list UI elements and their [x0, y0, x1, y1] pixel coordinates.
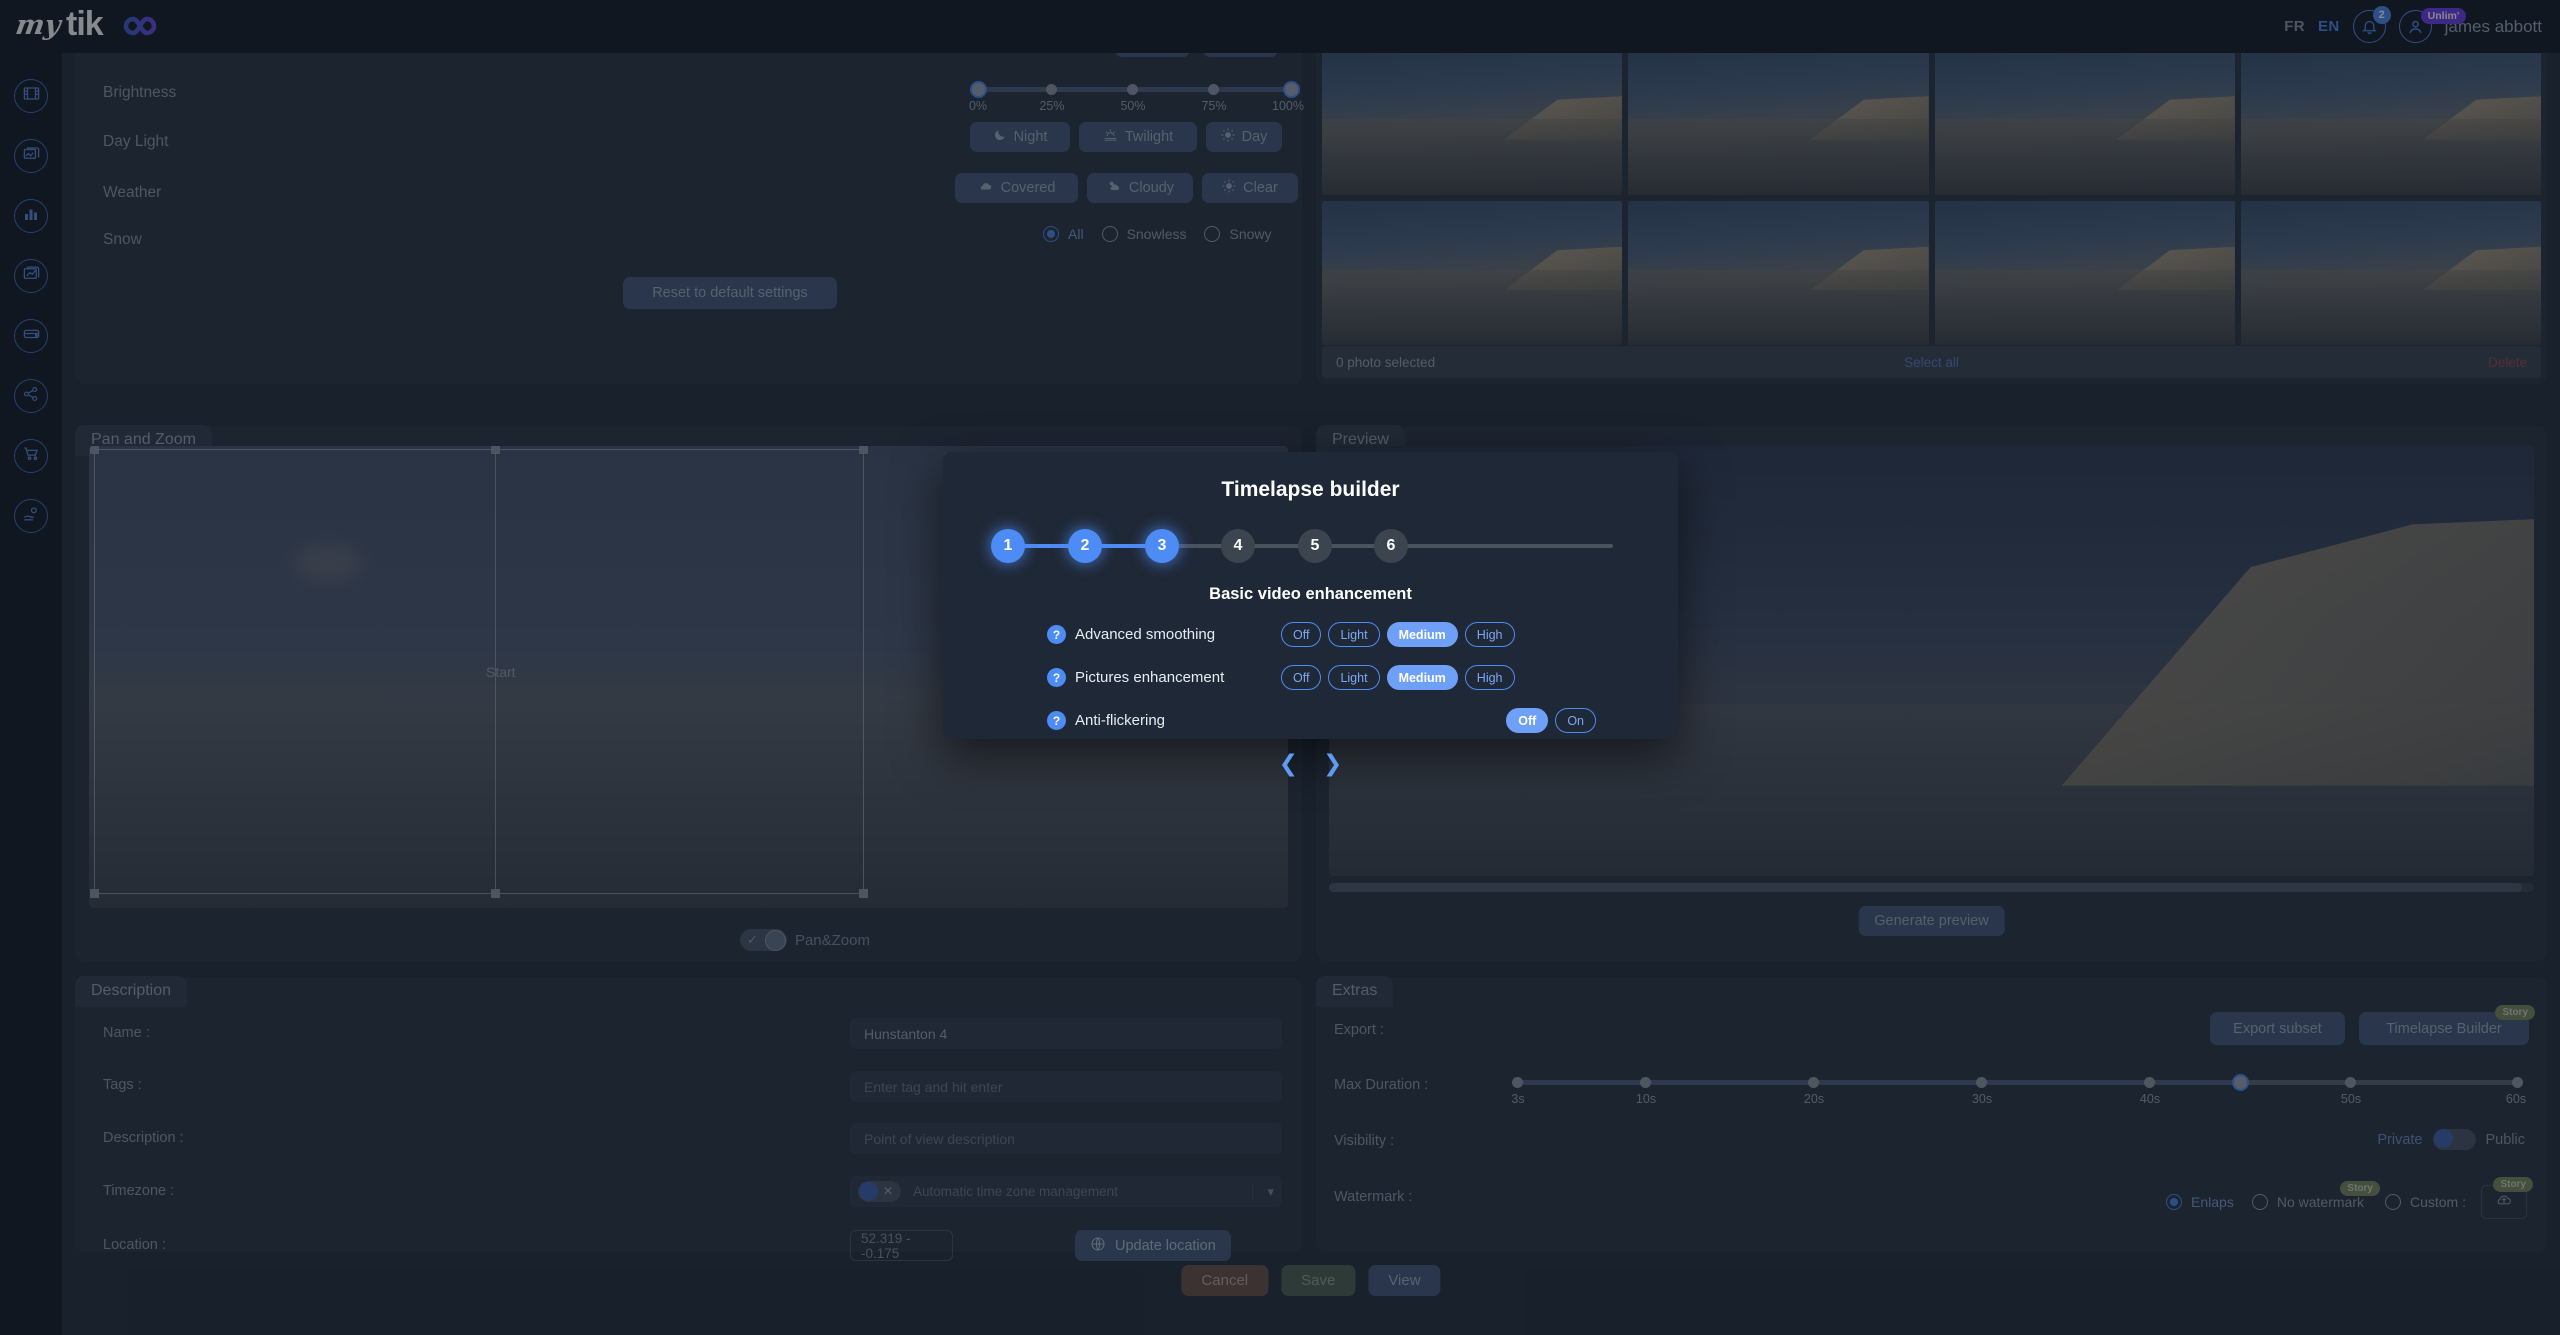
timelapse-builder-modal: Timelapse builder 1 2 3 4 5 6 Basic vide… [943, 452, 1678, 776]
question-icon[interactable]: ? [1047, 625, 1066, 644]
pictures-enhancement-segment: Off Light Medium High [1281, 665, 1515, 690]
option-advanced-smoothing: ? Advanced smoothing Off Light Medium Hi… [943, 622, 1678, 647]
pictures-enhancement-high[interactable]: High [1464, 665, 1515, 690]
step-6[interactable]: 6 [1374, 529, 1408, 563]
option-pictures-enhancement: ? Pictures enhancement Off Light Medium … [943, 665, 1678, 690]
question-icon[interactable]: ? [1047, 711, 1066, 730]
advanced-smoothing-light[interactable]: Light [1328, 622, 1380, 647]
chevron-left-icon[interactable]: ❮ [1279, 750, 1298, 777]
step-4[interactable]: 4 [1221, 529, 1255, 563]
modal-title: Timelapse builder [1221, 478, 1400, 501]
anti-flickering-label: Anti-flickering [1075, 712, 1166, 729]
modal-navigation: ❮ ❯ [943, 750, 1678, 777]
advanced-smoothing-label: Advanced smoothing [1075, 626, 1216, 643]
step-3[interactable]: 3 [1145, 529, 1179, 563]
chevron-right-icon[interactable]: ❯ [1323, 750, 1342, 777]
option-anti-flickering: ? Anti-flickering Off On [943, 708, 1678, 733]
advanced-smoothing-high[interactable]: High [1464, 622, 1515, 647]
question-icon[interactable]: ? [1047, 668, 1066, 687]
anti-flickering-off[interactable]: Off [1506, 708, 1549, 733]
anti-flickering-segment: Off On [1506, 708, 1678, 733]
pictures-enhancement-medium[interactable]: Medium [1386, 665, 1458, 690]
step-1[interactable]: 1 [991, 529, 1025, 563]
pictures-enhancement-label: Pictures enhancement [1075, 669, 1225, 686]
anti-flickering-on[interactable]: On [1555, 708, 1596, 733]
step-indicator: 1 2 3 4 5 6 [991, 529, 1630, 563]
app-root: my tik FR EN 2 [0, 0, 2560, 1335]
step-2[interactable]: 2 [1068, 529, 1102, 563]
modal-subtitle: Basic video enhancement [1209, 585, 1412, 603]
advanced-smoothing-medium[interactable]: Medium [1386, 622, 1458, 647]
pictures-enhancement-light[interactable]: Light [1328, 665, 1380, 690]
advanced-smoothing-off[interactable]: Off [1281, 622, 1322, 647]
pictures-enhancement-off[interactable]: Off [1281, 665, 1322, 690]
advanced-smoothing-segment: Off Light Medium High [1281, 622, 1515, 647]
step-5[interactable]: 5 [1298, 529, 1332, 563]
